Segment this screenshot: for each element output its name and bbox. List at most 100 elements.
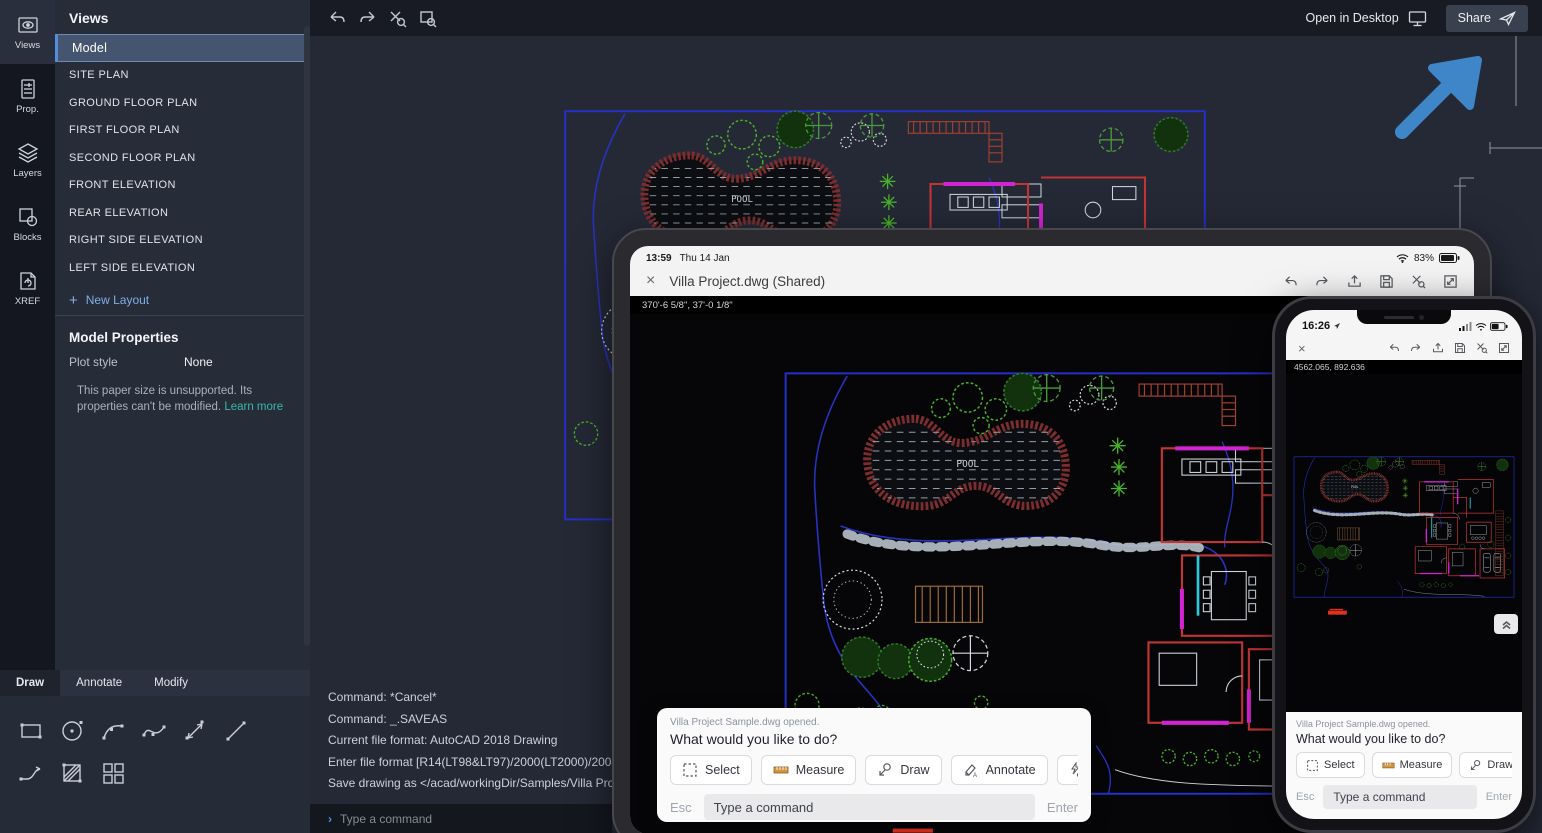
view-item[interactable]: RIGHT SIDE ELEVATION <box>55 227 310 255</box>
undo-button[interactable] <box>322 5 352 31</box>
measure-button[interactable]: Measure <box>761 755 857 785</box>
blocks-icon <box>17 206 39 228</box>
plot-style-value[interactable]: None <box>184 355 213 369</box>
enter-button[interactable]: Enter <box>1486 791 1512 803</box>
views-panel: Views Model SITE PLAN GROUND FLOOR PLAN … <box>55 0 310 670</box>
quick-trim-icon <box>1069 762 1078 778</box>
rail-label: Prop. <box>16 104 39 115</box>
rail-label: Layers <box>13 168 42 179</box>
command-history: Command: *Cancel* Command: _.SAVEAS Curr… <box>310 690 612 804</box>
tab-modify[interactable]: Modify <box>138 670 204 696</box>
new-layout-button[interactable]: + New Layout <box>55 286 310 316</box>
annotate-button[interactable]: A Annotate <box>951 755 1048 785</box>
rectangle-tool-button[interactable] <box>10 710 51 752</box>
rail-label: XREF <box>15 296 40 307</box>
esc-button[interactable]: Esc <box>670 800 692 815</box>
view-item[interactable]: FIRST FLOOR PLAN <box>55 117 310 145</box>
share-plane-icon <box>1499 11 1516 26</box>
panel-scrollbar[interactable] <box>304 26 310 646</box>
plus-icon: + <box>69 293 78 308</box>
rail-item-layers[interactable]: Layers <box>0 128 55 192</box>
undo-icon[interactable] <box>1388 342 1400 354</box>
esc-button[interactable]: Esc <box>1296 791 1314 803</box>
redo-button[interactable] <box>352 5 382 31</box>
rail-label: Blocks <box>14 232 42 243</box>
measure-label: Measure <box>796 763 845 777</box>
fillet-tool-button[interactable] <box>10 752 51 794</box>
rail-item-properties[interactable]: Prop. <box>0 64 55 128</box>
dimension-tool-button[interactable] <box>174 710 215 752</box>
view-item-model[interactable]: Model <box>55 34 310 62</box>
undo-icon[interactable] <box>1283 274 1298 289</box>
share-button[interactable]: Share <box>1446 5 1528 32</box>
open-in-desktop-label: Open in Desktop <box>1306 11 1399 25</box>
close-icon[interactable]: × <box>1298 341 1306 356</box>
trim-tool-button[interactable] <box>382 5 412 31</box>
expand-icon[interactable] <box>1443 274 1458 289</box>
array-tool-button[interactable] <box>92 752 133 794</box>
command-input-field[interactable]: Type a command <box>1323 785 1476 809</box>
file-opened-text: Villa Project Sample.dwg opened. <box>670 717 1078 728</box>
enter-button[interactable]: Enter <box>1047 800 1078 815</box>
file-opened-text: Villa Project Sample.dwg opened. <box>1296 719 1512 729</box>
zoom-window-button[interactable] <box>412 5 442 31</box>
command-input-field[interactable]: Type a command <box>704 794 1035 820</box>
views-icon <box>17 14 39 36</box>
select-icon <box>682 762 698 778</box>
command-input[interactable]: › Type a command <box>310 804 612 833</box>
circle-tool-button[interactable] <box>51 710 92 752</box>
view-item[interactable]: GROUND FLOOR PLAN <box>55 89 310 117</box>
close-icon[interactable]: × <box>646 272 655 290</box>
save-icon[interactable] <box>1454 342 1466 354</box>
phone-toolbar-icons <box>1388 342 1510 354</box>
chevron-up-icon <box>1501 619 1512 630</box>
view-item[interactable]: SITE PLAN <box>55 62 310 90</box>
rail-item-xref[interactable]: XREF <box>0 256 55 320</box>
dialog-question: What would you like to do? <box>670 731 1078 747</box>
rail-label: Views <box>15 40 40 51</box>
learn-more-link[interactable]: Learn more <box>224 401 283 413</box>
rail-item-views[interactable]: Views <box>0 0 55 64</box>
tablet-time: 13:59 <box>646 253 672 264</box>
arc-tool-button[interactable] <box>92 710 133 752</box>
line-tool-button[interactable] <box>215 710 256 752</box>
xref-icon <box>17 270 39 292</box>
app-root: Open in Desktop Share Command: *Cancel* … <box>0 0 1542 833</box>
hatch-tool-button[interactable] <box>51 752 92 794</box>
trim-icon[interactable] <box>1411 274 1426 289</box>
wifi-icon <box>1475 322 1487 331</box>
view-item[interactable]: REAR ELEVATION <box>55 199 310 227</box>
quick-trim-button[interactable]: Quick Trim <box>1057 755 1078 785</box>
tab-draw[interactable]: Draw <box>0 670 60 696</box>
select-button[interactable]: Select <box>1296 752 1365 778</box>
redo-icon[interactable] <box>1315 274 1330 289</box>
command-history-line: Current file format: AutoCAD 2018 Drawin… <box>310 733 612 755</box>
dialog-command-row: Esc Type a command Enter <box>670 794 1078 820</box>
dialog-buttons: Select Measure Draw Annotate <box>1296 752 1512 778</box>
draw-button[interactable]: Draw <box>1459 752 1512 778</box>
measure-button[interactable]: Measure <box>1372 752 1453 778</box>
save-icon[interactable] <box>1379 274 1394 289</box>
select-button[interactable]: Select <box>670 755 752 785</box>
tab-annotate[interactable]: Annotate <box>60 670 138 696</box>
new-layout-label: New Layout <box>86 293 149 307</box>
collapse-panel-button[interactable] <box>1494 614 1518 634</box>
redo-icon[interactable] <box>1410 342 1422 354</box>
expand-icon[interactable] <box>1498 342 1510 354</box>
select-label: Select <box>705 763 740 777</box>
tablet-toolbar-icons <box>1283 274 1458 289</box>
tablet-command-dialog: Villa Project Sample.dwg opened. What wo… <box>657 708 1091 822</box>
view-item[interactable]: SECOND FLOOR PLAN <box>55 144 310 172</box>
trim-icon[interactable] <box>1476 342 1488 354</box>
rail-item-blocks[interactable]: Blocks <box>0 192 55 256</box>
open-in-desktop-button[interactable]: Open in Desktop <box>1306 10 1428 27</box>
spline-tool-button[interactable] <box>133 710 174 752</box>
view-item[interactable]: FRONT ELEVATION <box>55 172 310 200</box>
upload-icon[interactable] <box>1347 274 1362 289</box>
draw-button[interactable]: Draw <box>865 755 941 785</box>
battery-icon <box>1439 253 1460 263</box>
tablet-file-title: Villa Project.dwg (Shared) <box>669 274 825 289</box>
annotate-icon: A <box>963 762 979 778</box>
upload-icon[interactable] <box>1432 342 1444 354</box>
view-item[interactable]: LEFT SIDE ELEVATION <box>55 254 310 282</box>
